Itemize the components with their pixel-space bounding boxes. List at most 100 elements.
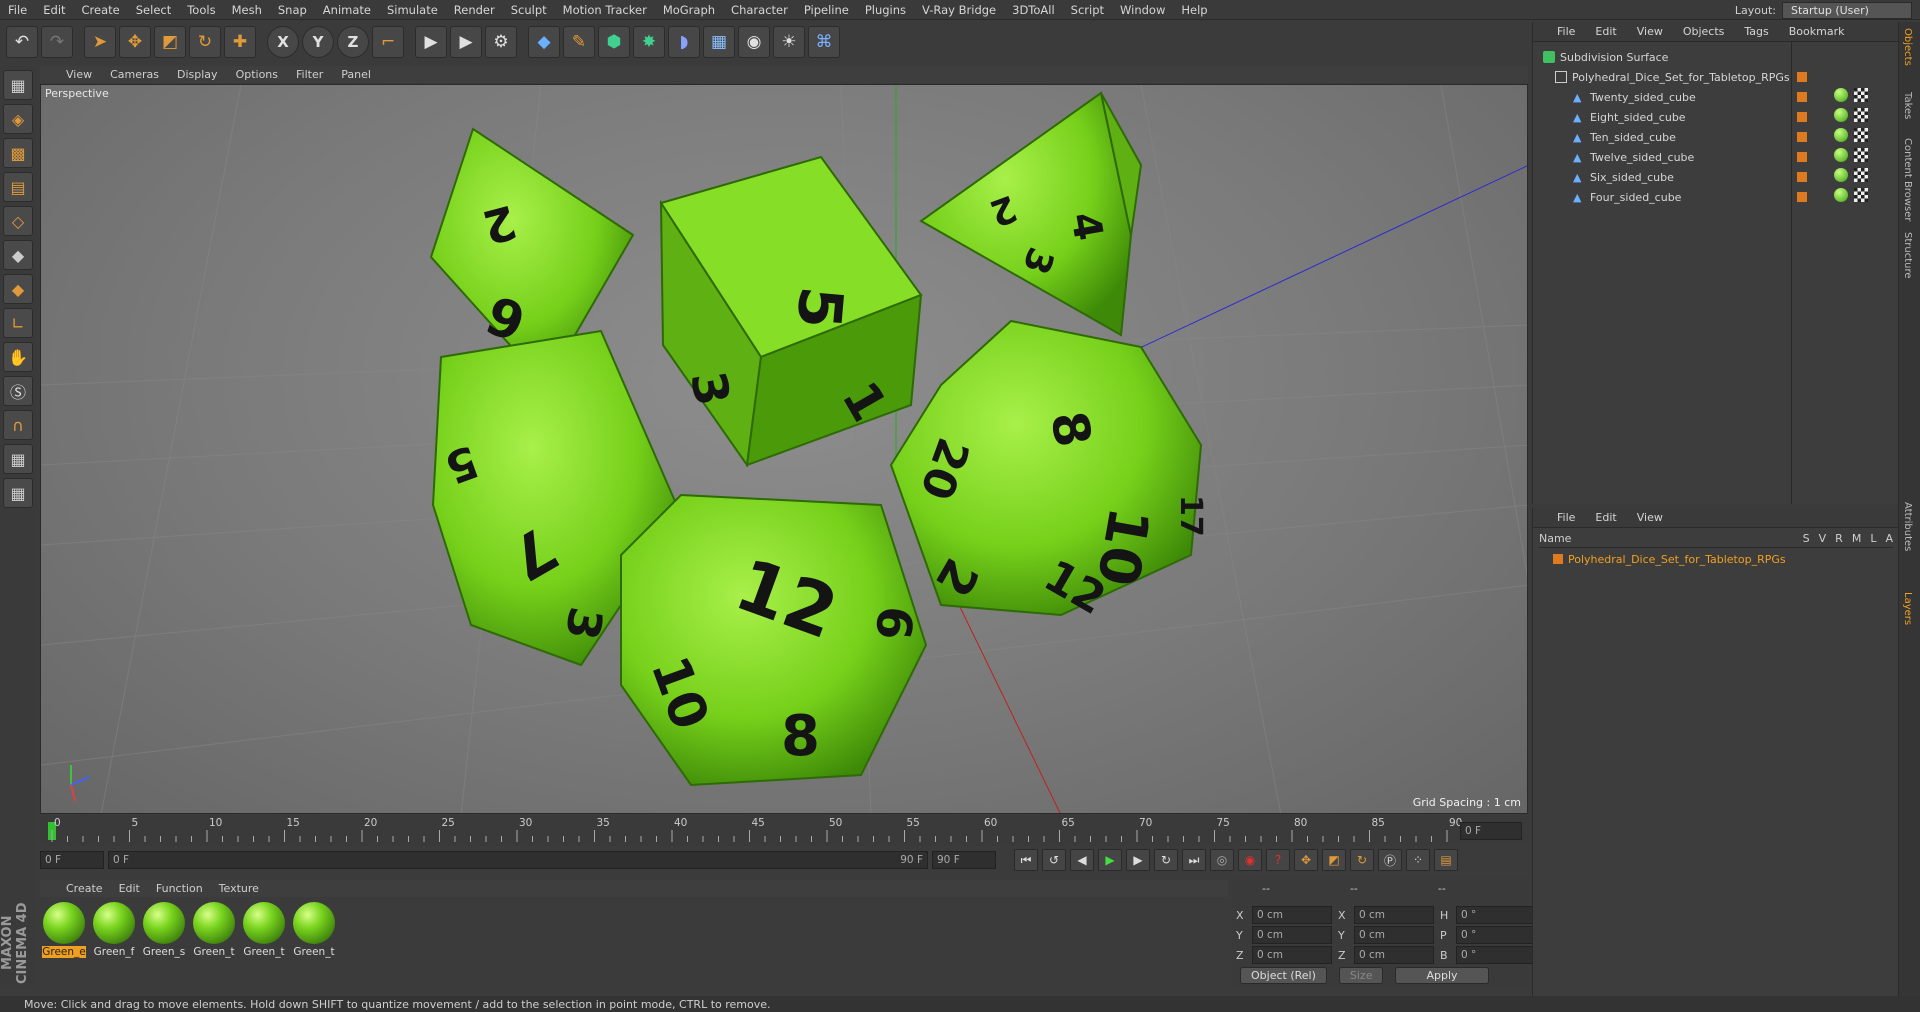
object-row[interactable]: ▲ Twenty_sided_cube bbox=[1573, 88, 1696, 106]
position-z-field[interactable]: 0 cm bbox=[1252, 946, 1332, 964]
menu-plugins[interactable]: Plugins bbox=[857, 3, 914, 17]
material-menu-texture[interactable]: Texture bbox=[219, 882, 259, 895]
material-menu-function[interactable]: Function bbox=[156, 882, 203, 895]
snap-icon[interactable]: Ⓢ bbox=[3, 376, 33, 406]
objects-menu-bookmark[interactable]: Bookmark bbox=[1789, 25, 1845, 38]
material-tag-icon[interactable] bbox=[1834, 168, 1848, 182]
scale-icon[interactable]: ◩ bbox=[154, 26, 186, 58]
size-z-field[interactable]: 0 cm bbox=[1354, 946, 1434, 964]
layer-color-swatch[interactable] bbox=[1797, 152, 1807, 162]
material-tag-icon[interactable] bbox=[1834, 128, 1848, 142]
material-tag-icon[interactable] bbox=[1834, 148, 1848, 162]
perspective-viewport[interactable]: 2 6 5 3 1 4 2 3 5 7 3 12 10 6 8 8 20 10 … bbox=[40, 84, 1528, 814]
menu-select[interactable]: Select bbox=[128, 3, 179, 17]
menu-mograph[interactable]: MoGraph bbox=[655, 3, 723, 17]
four-sided-die[interactable]: 4 2 3 bbox=[919, 91, 1143, 337]
material-menu-edit[interactable]: Edit bbox=[119, 882, 140, 895]
layers-menu-view[interactable]: View bbox=[1637, 511, 1663, 524]
object-row[interactable]: ▲ Eight_sided_cube bbox=[1573, 108, 1686, 126]
texture-mode-icon[interactable]: ▩ bbox=[3, 138, 33, 168]
camera-icon[interactable]: ◉ bbox=[738, 26, 770, 58]
live-selection-icon[interactable]: ➤ bbox=[84, 26, 116, 58]
menu-create[interactable]: Create bbox=[74, 3, 128, 17]
render-settings-icon[interactable]: ⚙ bbox=[485, 26, 517, 58]
coordinate-system-icon[interactable]: ⌐ bbox=[372, 26, 404, 58]
add-icon[interactable]: ✚ bbox=[224, 26, 256, 58]
layer-color-swatch[interactable] bbox=[1797, 72, 1807, 82]
position-x-field[interactable]: 0 cm bbox=[1252, 906, 1332, 924]
size-y-field[interactable]: 0 cm bbox=[1354, 926, 1434, 944]
uvw-tag-icon[interactable] bbox=[1854, 148, 1868, 162]
floor-icon[interactable]: ▦ bbox=[703, 26, 735, 58]
menu-render[interactable]: Render bbox=[446, 3, 503, 17]
uvw-tag-icon[interactable] bbox=[1854, 88, 1868, 102]
material-tag-icon[interactable] bbox=[1834, 188, 1848, 202]
menu-simulate[interactable]: Simulate bbox=[379, 3, 446, 17]
play-icon[interactable]: ▶ bbox=[1098, 849, 1122, 871]
menu-animate[interactable]: Animate bbox=[315, 3, 379, 17]
keyframe-help-icon[interactable]: ? bbox=[1266, 849, 1290, 871]
magnet-icon[interactable]: ∩ bbox=[3, 410, 33, 440]
deformer-icon[interactable]: ◗ bbox=[668, 26, 700, 58]
menu-3dtoall[interactable]: 3DToAll bbox=[1004, 3, 1063, 17]
viewport-menu-display[interactable]: Display bbox=[177, 68, 218, 81]
layer-row[interactable]: Polyhedral_Dice_Set_for_Tabletop_RPGs bbox=[1553, 550, 1786, 568]
key-position-icon[interactable]: ✥ bbox=[1294, 849, 1318, 871]
menu-help[interactable]: Help bbox=[1173, 3, 1215, 17]
key-pla-icon[interactable]: ⁘ bbox=[1406, 849, 1430, 871]
key-scale-icon[interactable]: ◩ bbox=[1322, 849, 1346, 871]
menu-edit[interactable]: Edit bbox=[35, 3, 73, 17]
tab-attributes[interactable]: Attributes bbox=[1902, 502, 1913, 551]
points-mode-icon[interactable]: ◇ bbox=[3, 206, 33, 236]
menu-tools[interactable]: Tools bbox=[179, 3, 223, 17]
autokey-icon[interactable]: ◉ bbox=[1238, 849, 1262, 871]
objects-menu-edit[interactable]: Edit bbox=[1595, 25, 1616, 38]
previous-frame-icon[interactable]: ◀ bbox=[1070, 849, 1094, 871]
layout-dropdown[interactable]: Startup (User) bbox=[1782, 1, 1912, 19]
pen-icon[interactable]: ✎ bbox=[563, 26, 595, 58]
tweak-icon[interactable]: ✋ bbox=[3, 342, 33, 372]
axis-z-button[interactable]: Z bbox=[337, 26, 369, 58]
rotate-icon[interactable]: ↻ bbox=[189, 26, 221, 58]
position-y-field[interactable]: 0 cm bbox=[1252, 926, 1332, 944]
undo-icon[interactable]: ↶ bbox=[6, 26, 38, 58]
menu-snap[interactable]: Snap bbox=[270, 3, 315, 17]
axis-mode-icon[interactable]: ∟ bbox=[3, 308, 33, 338]
cube-icon[interactable]: ◆ bbox=[528, 26, 560, 58]
menu-file[interactable]: File bbox=[0, 3, 35, 17]
apply-button[interactable]: Apply bbox=[1395, 967, 1489, 984]
workplane-icon[interactable]: ▤ bbox=[3, 172, 33, 202]
timeline-window-icon[interactable]: ▤ bbox=[1434, 849, 1458, 871]
uvw-tag-icon[interactable] bbox=[1854, 128, 1868, 142]
object-row[interactable]: ▲ Six_sided_cube bbox=[1573, 168, 1674, 186]
rotation-b-field[interactable]: 0 ° bbox=[1456, 946, 1536, 964]
menu-motion-tracker[interactable]: Motion Tracker bbox=[555, 3, 655, 17]
move-icon[interactable]: ✥ bbox=[119, 26, 151, 58]
go-to-end-icon[interactable]: ⏭ bbox=[1182, 849, 1206, 871]
tab-layers[interactable]: Layers bbox=[1902, 592, 1913, 625]
layers-menu-edit[interactable]: Edit bbox=[1595, 511, 1616, 524]
current-frame-field[interactable]: 0 F bbox=[1460, 822, 1522, 840]
uvw-tag-icon[interactable] bbox=[1854, 108, 1868, 122]
size-x-field[interactable]: 0 cm bbox=[1354, 906, 1434, 924]
timeline-ruler[interactable]: 0 5 10 15 20 25 30 35 40 45 50 55 60 65 70 75 80 85 90 0 F bbox=[40, 816, 1528, 846]
record-icon[interactable]: ◎ bbox=[1210, 849, 1234, 871]
edges-mode-icon[interactable]: ◆ bbox=[3, 240, 33, 270]
render-picture-viewer-icon[interactable]: ▶ bbox=[450, 26, 482, 58]
uvw-tag-icon[interactable] bbox=[1854, 188, 1868, 202]
light-icon[interactable]: ☀ bbox=[773, 26, 805, 58]
object-row[interactable]: ▲ Four_sided_cube bbox=[1573, 188, 1681, 206]
start-frame-field[interactable]: 0 F bbox=[40, 851, 104, 869]
objects-menu-tags[interactable]: Tags bbox=[1744, 25, 1768, 38]
key-parameter-icon[interactable]: Ⓟ bbox=[1378, 849, 1402, 871]
rotation-p-field[interactable]: 0 ° bbox=[1456, 926, 1536, 944]
go-to-start-icon[interactable]: ⏮ bbox=[1014, 849, 1038, 871]
subdivision-icon[interactable]: ⬢ bbox=[598, 26, 630, 58]
material-swatch[interactable]: Green_t bbox=[192, 902, 236, 986]
tab-content-browser[interactable]: Content Browser bbox=[1902, 138, 1913, 221]
objects-menu-file[interactable]: File bbox=[1557, 25, 1575, 38]
layer-color-swatch[interactable] bbox=[1797, 92, 1807, 102]
end-frame-field[interactable]: 90 F bbox=[932, 851, 996, 869]
material-tag-icon[interactable] bbox=[1834, 108, 1848, 122]
make-editable-icon[interactable]: ▦ bbox=[3, 70, 33, 100]
